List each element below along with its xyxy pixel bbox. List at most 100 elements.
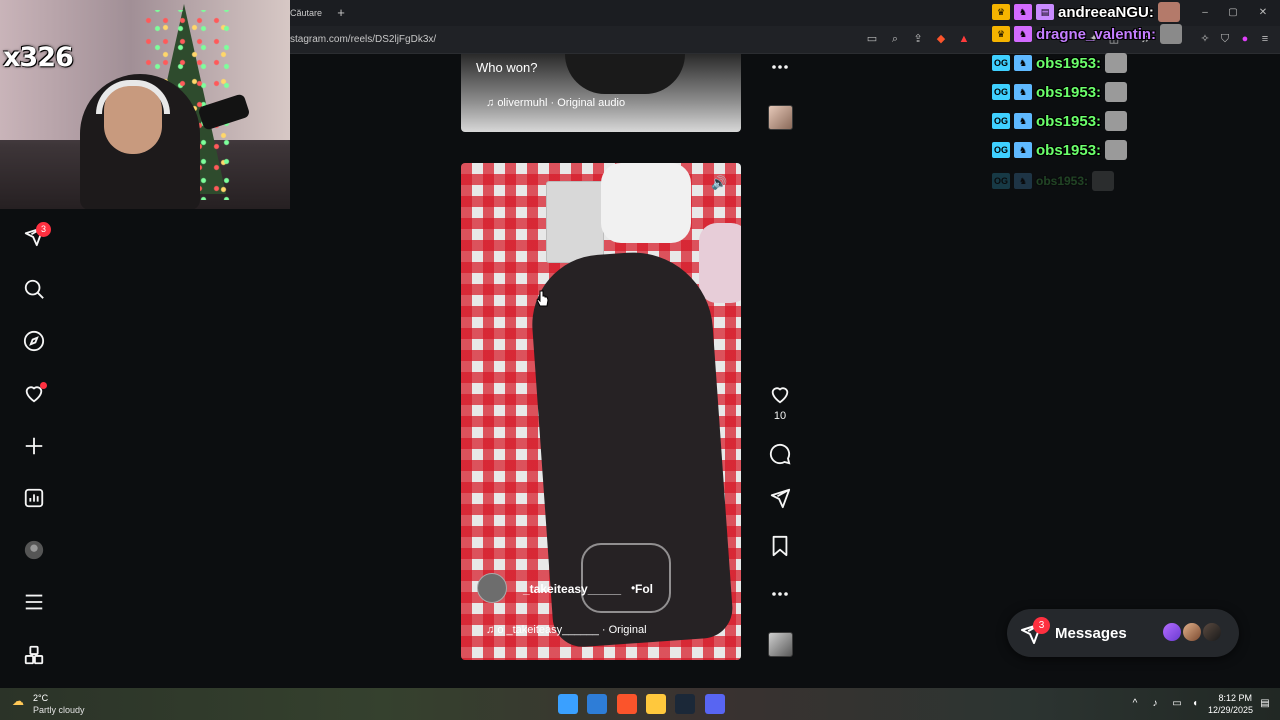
new-tab-button[interactable]: + bbox=[334, 4, 348, 22]
clock-time[interactable]: 8:12 PM bbox=[1208, 693, 1252, 703]
music-note-icon: ♫ bbox=[486, 624, 498, 636]
sidebar-item-more[interactable] bbox=[20, 588, 48, 616]
more-options-button[interactable] bbox=[767, 54, 793, 80]
browser-tab[interactable]: Căutare bbox=[286, 4, 334, 24]
brave-browser-icon[interactable] bbox=[617, 694, 637, 714]
chat-username: andreeaNGU: bbox=[1058, 3, 1154, 21]
chat-emote bbox=[1157, 2, 1180, 22]
subscriber-badge-icon: ♞ bbox=[1014, 113, 1032, 129]
weather-icon[interactable]: ☁ bbox=[12, 694, 28, 708]
brave-shields-icon[interactable]: ◆ bbox=[934, 32, 948, 46]
webcam-overlay: x326 bbox=[0, 0, 290, 209]
reel-caption: Who won? bbox=[476, 60, 538, 75]
more-options-button[interactable] bbox=[767, 581, 793, 607]
chat-username: obs1953: bbox=[1036, 174, 1089, 188]
close-window-button[interactable]: ✕ bbox=[1256, 6, 1270, 20]
tray-overflow-icon[interactable]: ^ bbox=[1128, 697, 1142, 711]
vpn-icon[interactable]: ⛉ bbox=[1218, 32, 1232, 46]
reel-audio-link[interactable]: ♫ olivermuhl · Original audio bbox=[486, 97, 625, 109]
chat-line: ♛ ♞ ▤ andreeaNGU: bbox=[992, 0, 1180, 24]
reel-laptop bbox=[546, 181, 604, 263]
gift-badge-icon: ▤ bbox=[1036, 4, 1054, 20]
weather-description[interactable]: Partly cloudy bbox=[33, 705, 85, 715]
steam-icon[interactable] bbox=[675, 694, 695, 714]
start-menu-icon[interactable] bbox=[558, 694, 578, 714]
share-page-icon[interactable]: ⇪ bbox=[911, 32, 925, 46]
subscriber-badge-icon: ♞ bbox=[1014, 4, 1032, 20]
sidebar-item-also-from-meta[interactable] bbox=[20, 641, 48, 669]
heart-icon bbox=[771, 387, 789, 404]
sidebar-item-dashboard[interactable] bbox=[20, 484, 48, 512]
like-count: 10 bbox=[773, 410, 787, 422]
url-field[interactable]: stagram.com/reels/DS2ljFgDk3x/ bbox=[290, 34, 436, 45]
brave-rewards-icon[interactable]: ▲ bbox=[957, 32, 971, 46]
notification-center-icon[interactable]: ▤ bbox=[1258, 697, 1272, 711]
notifications-dot bbox=[40, 382, 47, 389]
og-badge-icon: OG bbox=[992, 173, 1010, 189]
sidebar-item-search[interactable] bbox=[20, 275, 48, 303]
reel-audio-label: o _takeiteasy______ · Original bbox=[497, 624, 647, 636]
chat-emote bbox=[1160, 24, 1183, 44]
sidebar-item-profile[interactable] bbox=[20, 536, 48, 564]
avatar bbox=[1201, 621, 1223, 643]
reel-audio-thumbnail[interactable] bbox=[768, 632, 793, 657]
chat-username: obs1953: bbox=[1036, 112, 1102, 130]
reel-author-avatar[interactable] bbox=[477, 573, 507, 603]
discord-icon[interactable] bbox=[705, 694, 725, 714]
chat-emote bbox=[1105, 53, 1128, 73]
browser-menu-icon[interactable]: ≡ bbox=[1258, 32, 1272, 46]
like-button[interactable] bbox=[767, 381, 793, 407]
subscriber-badge-icon: ♞ bbox=[1014, 26, 1032, 42]
clock-date[interactable]: 12/29/2025 bbox=[1208, 705, 1253, 715]
messages-badge: 3 bbox=[36, 222, 51, 237]
reel-audio-link[interactable]: ♫ o _takeiteasy______ · Original bbox=[486, 624, 647, 636]
mute-toggle-icon[interactable]: 🔊 bbox=[711, 175, 729, 193]
reel-author-username[interactable]: _takeiteasy_____ bbox=[523, 582, 621, 596]
windows-taskbar bbox=[0, 688, 1280, 720]
volume-icon[interactable]: ◖ bbox=[1188, 697, 1202, 711]
network-icon[interactable]: ▭ bbox=[1170, 697, 1184, 711]
comment-button[interactable] bbox=[767, 441, 793, 467]
minimize-button[interactable]: – bbox=[1198, 6, 1212, 20]
insights-icon bbox=[24, 488, 44, 508]
maximize-button[interactable]: ▢ bbox=[1226, 6, 1240, 20]
weather-temperature[interactable]: 2°C bbox=[33, 693, 48, 703]
reel-jar bbox=[699, 223, 741, 303]
reel-audio-thumbnail[interactable] bbox=[768, 105, 793, 130]
hamburger-icon bbox=[25, 594, 43, 610]
comment-icon bbox=[769, 443, 791, 465]
reader-mode-icon[interactable]: ▭ bbox=[865, 32, 879, 46]
file-app-icon[interactable] bbox=[587, 694, 607, 714]
share-button[interactable] bbox=[767, 485, 793, 511]
crown-badge-icon: ♛ bbox=[992, 26, 1010, 42]
speaker-icon[interactable]: ♪ bbox=[1148, 697, 1162, 711]
puzzle-icon[interactable]: ✧ bbox=[1198, 32, 1212, 46]
more-icon bbox=[772, 592, 788, 596]
reel-socks bbox=[601, 163, 691, 243]
mouse-cursor-icon bbox=[536, 290, 549, 307]
subscriber-badge-icon: ♞ bbox=[1014, 173, 1032, 189]
chat-line: OG ♞ obs1953: bbox=[992, 138, 1128, 162]
leo-ai-icon[interactable]: ● bbox=[1238, 32, 1252, 46]
sidebar-item-explore[interactable] bbox=[20, 327, 48, 355]
chat-line: OG ♞ obs1953: bbox=[992, 109, 1128, 133]
follow-button[interactable]: Fol bbox=[635, 582, 653, 596]
reel-audio-label: olivermuhl · Original audio bbox=[497, 97, 626, 109]
viewer-counter: x326 bbox=[3, 42, 74, 73]
avatar-icon bbox=[24, 540, 44, 560]
compass-icon bbox=[23, 330, 45, 352]
sidebar-item-create[interactable] bbox=[20, 432, 48, 460]
og-badge-icon: OG bbox=[992, 142, 1010, 158]
save-button[interactable] bbox=[767, 533, 793, 559]
grid-icon bbox=[24, 645, 44, 665]
file-explorer-icon[interactable] bbox=[646, 694, 666, 714]
reel-pants-print bbox=[581, 543, 671, 613]
zoom-icon[interactable]: ⌕ bbox=[888, 32, 902, 46]
chat-username: obs1953: bbox=[1036, 141, 1102, 159]
subscriber-badge-icon: ♞ bbox=[1014, 142, 1032, 158]
search-icon bbox=[24, 279, 44, 299]
reel-video-current[interactable]: 🔊 _takeiteasy_____ • Fol ♫ o _takeiteasy… bbox=[461, 163, 741, 660]
reel-video-previous[interactable]: Who won? ♫ olivermuhl · Original audio bbox=[461, 54, 741, 132]
music-note-icon: ♫ bbox=[486, 97, 498, 109]
subscriber-badge-icon: ♞ bbox=[1014, 55, 1032, 71]
